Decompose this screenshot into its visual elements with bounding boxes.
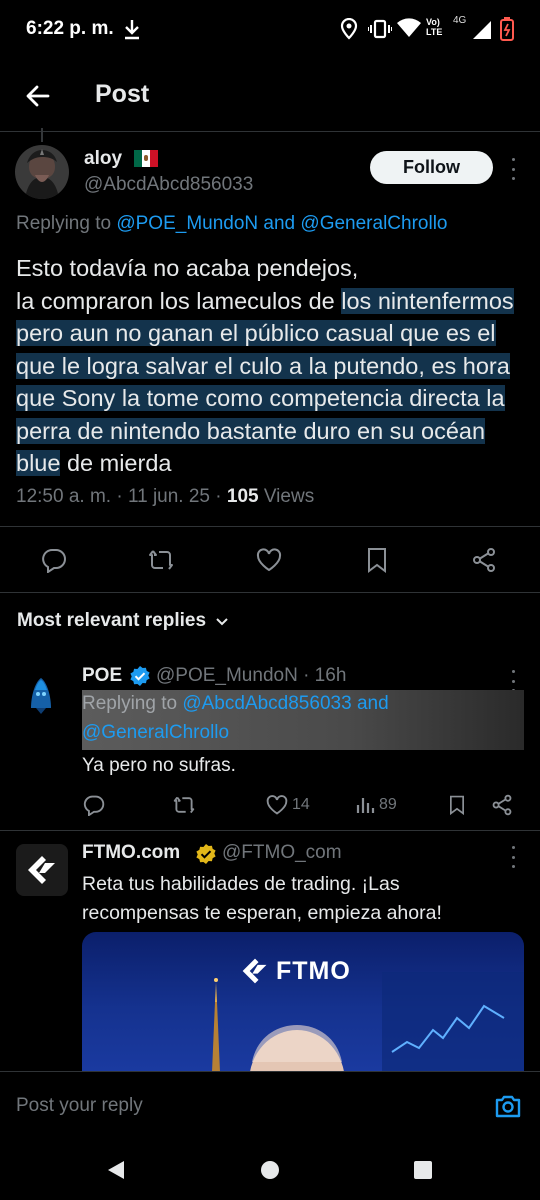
mexico-flag-icon [134,150,158,167]
views-chart-icon [356,798,375,813]
avatar[interactable] [16,844,68,896]
like-icon [266,795,288,815]
replying-to-and: and [356,693,389,714]
views-count: 89 [379,796,397,813]
battery-icon [500,17,514,41]
avatar[interactable] [16,668,66,718]
follow-button[interactable]: Follow [370,151,493,184]
bookmark-icon[interactable] [364,547,390,573]
reply-input[interactable]: Post your reply [16,1095,143,1117]
author-handle[interactable]: @AbcdAbcd856033 [84,174,253,196]
status-bar: 6:22 p. m. Vo) LTE 4G [0,0,540,60]
replies-sort-label: Most relevant replies [17,610,207,631]
more-options-icon[interactable] [510,846,516,868]
ftmo-logo-icon [28,856,55,884]
replying-to-and: and [263,213,296,234]
post-action-bar [0,526,540,593]
nav-back-icon[interactable] [106,1159,126,1181]
replying-to-prefix: Replying to [82,693,178,714]
chevron-down-icon [216,618,228,626]
more-options-icon[interactable] [510,158,516,180]
replying-to: Replying to @POE_MundoN and @GeneralChro… [16,213,447,235]
ad-brand-logo: FTMO [240,956,351,986]
mention-link[interactable]: @GeneralChrollo [300,213,447,234]
mention-link[interactable]: @POE_MundoN [116,213,258,234]
post-text: Esto todavía no acaba pendejos, la compr… [16,252,528,480]
ad-brand-name: FTMO [276,956,351,985]
divider [0,830,540,831]
ad-text: Reta tus habilidades de trading. ¡Las re… [82,873,442,924]
views-label: Views [258,486,315,507]
back-arrow-icon[interactable] [22,80,54,112]
replying-to: Replying to @AbcdAbcd856033 and @General… [82,690,524,750]
verified-gold-badge-icon [196,844,216,864]
ad-media[interactable]: FTMO [82,932,524,1072]
page-title: Post [95,80,150,108]
post-text-segment: de mierda [60,450,172,476]
post-meta: 12:50 a. m. · 11 jun. 25 · 105 Views [16,486,314,508]
avatar-image [16,668,66,718]
reply-icon[interactable] [83,794,105,816]
avatar[interactable] [15,145,69,199]
mention-link[interactable]: @GeneralChrollo [82,722,229,743]
vibrate-icon [368,19,392,39]
author-name[interactable]: FTMO.com [82,842,180,864]
camera-icon[interactable] [494,1092,522,1120]
verified-badge-icon [130,666,150,686]
reply-icon[interactable] [41,547,67,573]
like-button[interactable]: 14 [266,793,310,817]
author-name[interactable]: POE [82,665,122,687]
more-options-icon[interactable] [510,670,516,692]
views-button[interactable]: 89 [355,793,397,817]
post-header: Post [0,60,540,132]
nav-home-icon[interactable] [260,1160,280,1180]
signal-icon [473,21,491,39]
post-text-line: Esto todavía no acaba pendejos, [16,255,359,281]
selected-text[interactable]: los nintenfermos pero aun no ganan el pú… [16,287,514,476]
bookmark-icon[interactable] [447,794,467,816]
post-text-segment: la compraron los lameculos de [16,287,342,314]
author-name[interactable]: aloy [84,148,122,170]
volte-label: Vo) LTE [426,17,443,37]
avatar-image [15,145,69,199]
like-count: 14 [292,796,310,813]
replying-to-prefix: Replying to [16,213,112,234]
share-icon[interactable] [491,794,513,816]
repost-icon[interactable] [148,547,174,573]
download-icon [125,20,139,40]
compose-bar: Post your reply [0,1071,540,1133]
author-handle[interactable]: @FTMO_com [222,842,342,864]
share-icon[interactable] [471,547,497,573]
views-count: 105 [226,486,259,507]
system-nav-bar [0,1133,540,1200]
wifi-icon [397,18,421,37]
status-time: 6:22 p. m. [26,18,114,39]
replies-sort-dropdown[interactable]: Most relevant replies [17,610,230,632]
mention-link[interactable]: @AbcdAbcd856033 [182,693,351,714]
thread-line [41,128,43,142]
reply-text: Ya pero no sufras. [82,755,236,776]
author-handle[interactable]: @POE_MundoN · 16h [156,665,346,687]
ftmo-logo-icon [242,958,267,984]
nav-recents-icon[interactable] [413,1160,433,1180]
post-timestamp: 12:50 a. m. · 11 jun. 25 · [16,486,227,507]
location-icon [340,18,358,40]
network-type-label: 4G [453,15,467,26]
ad-background-graphic [212,972,524,1072]
like-icon[interactable] [256,547,282,573]
repost-icon[interactable] [173,794,195,816]
